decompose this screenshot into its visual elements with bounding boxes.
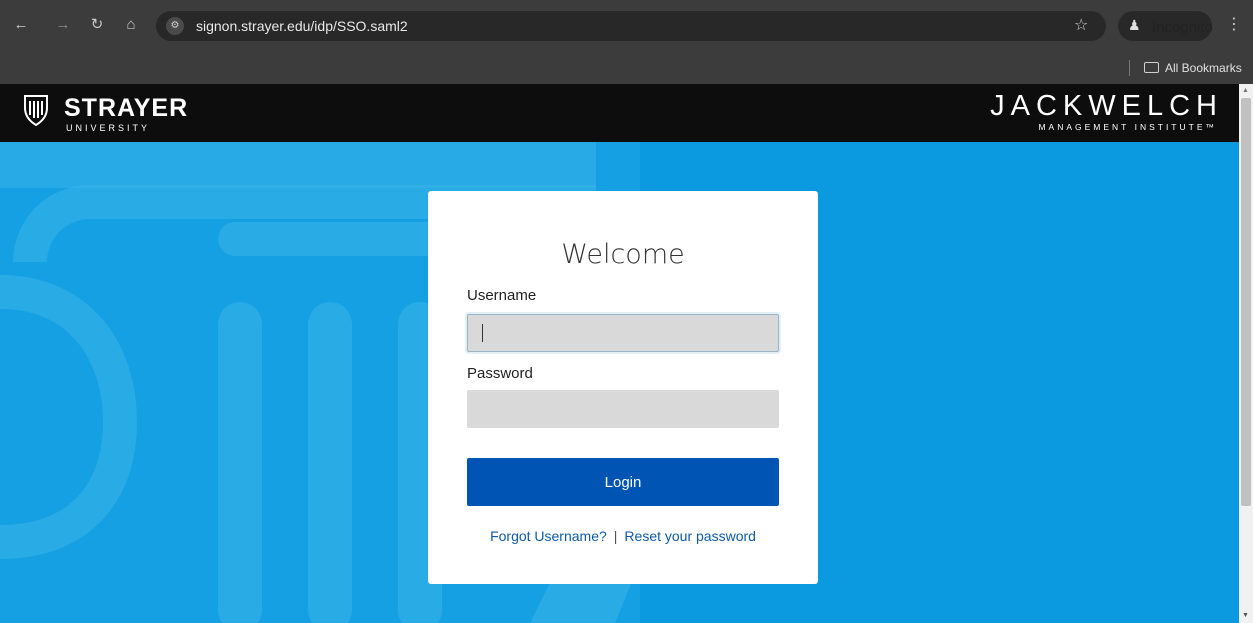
shield-icon: [24, 95, 48, 126]
forgot-username-link[interactable]: Forgot Username?: [490, 528, 607, 544]
jack-welch-logo-name: JACKWELCH: [990, 90, 1223, 122]
password-label: Password: [467, 365, 533, 382]
strayer-logo[interactable]: STRAYER UNIVERSITY: [24, 92, 224, 136]
star-icon[interactable]: ☆: [1074, 15, 1088, 35]
login-button[interactable]: Login: [467, 458, 779, 506]
bookmarks-bar: All Bookmarks: [0, 52, 1253, 84]
incognito-icon: ♟: [1128, 17, 1141, 33]
browser-toolbar: ← → ↻ ⌂ ⚙ signon.strayer.edu/idp/SSO.sam…: [0, 0, 1253, 52]
address-bar[interactable]: ⚙ signon.strayer.edu/idp/SSO.saml2 ☆: [156, 11, 1106, 41]
incognito-label: Incognito: [1152, 19, 1213, 36]
scrollbar-thumb[interactable]: [1241, 98, 1251, 506]
account-help-links: Forgot Username? | Reset your password: [428, 528, 818, 544]
page-viewport: STRAYER UNIVERSITY JACKWELCH MANAGEMENT …: [0, 84, 1239, 623]
password-input[interactable]: [467, 390, 779, 428]
login-card: Welcome Username Password Login Forgot U…: [428, 191, 818, 584]
scroll-down-arrow-icon[interactable]: ▼: [1242, 612, 1249, 619]
back-arrow-icon[interactable]: ←: [10, 14, 32, 36]
scroll-up-arrow-icon[interactable]: ▲: [1242, 87, 1249, 94]
username-input[interactable]: [467, 314, 779, 352]
text-cursor: [482, 324, 483, 342]
all-bookmarks-button[interactable]: All Bookmarks: [1144, 61, 1242, 75]
jack-welch-logo-subtitle: MANAGEMENT INSTITUTE™: [1038, 122, 1217, 132]
url-text[interactable]: signon.strayer.edu/idp/SSO.saml2: [196, 18, 408, 34]
home-icon[interactable]: ⌂: [120, 14, 142, 36]
incognito-badge[interactable]: ♟ Incognito: [1118, 11, 1213, 41]
page-scrollbar[interactable]: ▲ ▼: [1239, 84, 1253, 623]
link-separator: |: [613, 528, 618, 544]
site-header: STRAYER UNIVERSITY JACKWELCH MANAGEMENT …: [0, 84, 1239, 142]
all-bookmarks-label: All Bookmarks: [1165, 61, 1242, 75]
welcome-title: Welcome: [561, 239, 685, 270]
site-info-icon[interactable]: ⚙: [166, 17, 184, 35]
reset-password-link[interactable]: Reset your password: [624, 528, 756, 544]
jack-welch-logo[interactable]: JACKWELCH MANAGEMENT INSTITUTE™: [953, 90, 1223, 136]
strayer-logo-name: STRAYER: [64, 94, 189, 122]
folder-icon: [1144, 62, 1159, 73]
forward-arrow-icon[interactable]: →: [52, 14, 74, 36]
bookmarks-divider: [1129, 60, 1130, 76]
reload-icon[interactable]: ↻: [86, 14, 108, 36]
username-label: Username: [467, 287, 537, 304]
strayer-logo-subtitle: UNIVERSITY: [66, 123, 151, 133]
kebab-menu-icon[interactable]: ⋮: [1226, 14, 1242, 34]
